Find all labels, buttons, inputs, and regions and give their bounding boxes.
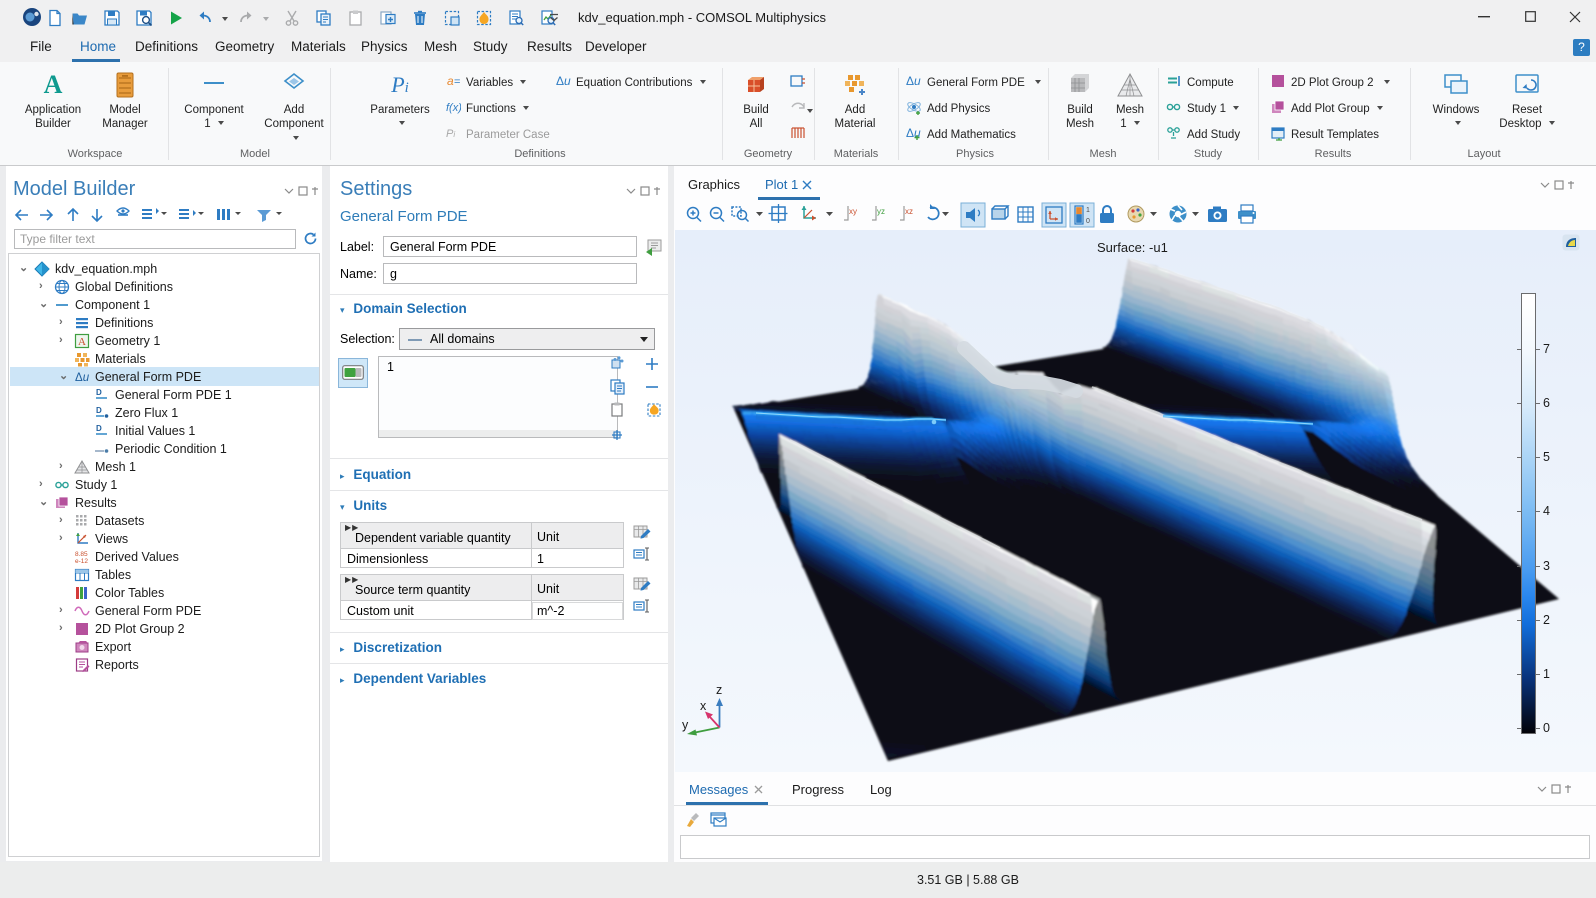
svg-text:A: A — [44, 70, 63, 99]
svg-text:x: x — [700, 699, 707, 713]
svg-text:D: D — [96, 406, 102, 415]
svg-text:0: 0 — [1086, 218, 1090, 225]
svg-text:Pi: Pi — [446, 128, 455, 140]
svg-text:8.85: 8.85 — [75, 551, 88, 558]
svg-text:f(x): f(x) — [446, 102, 461, 114]
svg-text:A: A — [78, 336, 86, 348]
svg-text:Δu: Δu — [906, 74, 921, 88]
svg-text:Δu: Δu — [75, 372, 90, 384]
svg-text:e-12: e-12 — [75, 558, 88, 565]
svg-text:yz: yz — [877, 207, 885, 216]
svg-text:y: y — [682, 718, 689, 732]
svg-text:a: a — [447, 74, 454, 88]
svg-text:=: = — [454, 76, 460, 88]
svg-text:xz: xz — [905, 207, 913, 216]
svg-text:Pi: Pi — [390, 72, 409, 97]
svg-text:z: z — [716, 683, 722, 697]
svg-text:xy: xy — [849, 207, 857, 216]
svg-text:Δu: Δu — [556, 74, 571, 88]
svg-text:D: D — [96, 424, 102, 433]
svg-text:1: 1 — [1086, 207, 1090, 214]
svg-text:D: D — [96, 388, 102, 397]
